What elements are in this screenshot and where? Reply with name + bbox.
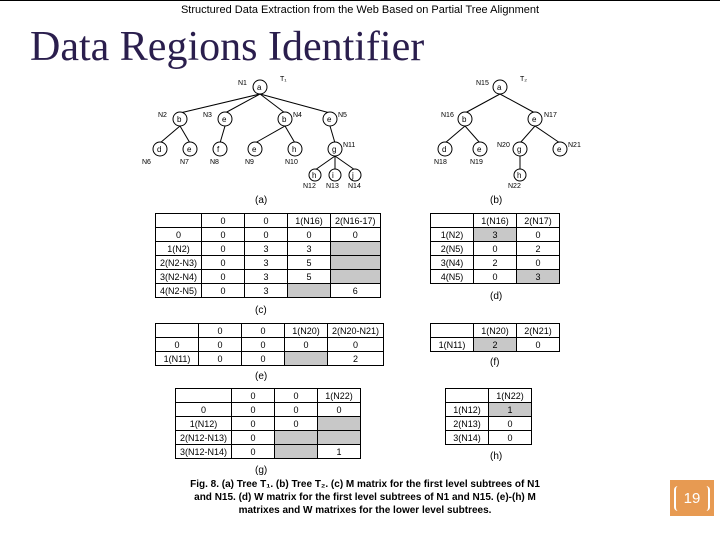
svg-text:N4: N4 xyxy=(293,112,302,119)
svg-text:N12: N12 xyxy=(303,183,316,190)
svg-text:g: g xyxy=(332,145,336,154)
svg-text:e: e xyxy=(327,115,332,124)
svg-text:d: d xyxy=(157,145,161,154)
svg-text:N15: N15 xyxy=(476,80,489,87)
svg-text:e: e xyxy=(557,145,562,154)
tree-t2: T₂ aN15 bN16 eN17 dN18 eN19 gN20 eN21 hN… xyxy=(420,73,600,183)
svg-text:b: b xyxy=(177,115,182,124)
page-number-badge: 19 xyxy=(670,480,714,516)
svg-text:a: a xyxy=(257,83,262,92)
svg-text:N7: N7 xyxy=(180,159,189,166)
svg-text:N18: N18 xyxy=(434,159,447,166)
svg-text:N19: N19 xyxy=(470,159,483,166)
svg-text:b: b xyxy=(462,115,467,124)
table-e: 001(N20)2(N20-N21) 00000 1(N11)002 xyxy=(155,323,384,366)
label-c: (c) xyxy=(255,305,267,316)
svg-text:T₂: T₂ xyxy=(520,76,527,83)
svg-text:N5: N5 xyxy=(338,112,347,119)
label-g: (g) xyxy=(255,465,267,476)
svg-text:e: e xyxy=(477,145,482,154)
svg-text:T₁: T₁ xyxy=(280,76,287,83)
svg-text:h: h xyxy=(312,171,316,180)
label-f: (f) xyxy=(490,357,499,368)
svg-text:N2: N2 xyxy=(158,112,167,119)
svg-text:N8: N8 xyxy=(210,159,219,166)
figure-caption: Fig. 8. (a) Tree T₁. (b) Tree T₂. (c) M … xyxy=(185,478,545,517)
svg-text:a: a xyxy=(497,83,502,92)
svg-text:b: b xyxy=(282,115,287,124)
svg-text:N16: N16 xyxy=(441,112,454,119)
svg-text:d: d xyxy=(442,145,446,154)
label-d: (d) xyxy=(490,291,502,302)
svg-text:N14: N14 xyxy=(348,183,361,190)
table-g: 001(N22) 0000 1(N12)00 2(N12-N13)0 3(N12… xyxy=(175,388,361,459)
table-c: 001(N16)2(N16-17) 00000 1(N2)033 2(N2-N3… xyxy=(155,213,381,298)
svg-text:h: h xyxy=(517,171,521,180)
svg-text:i: i xyxy=(332,171,334,180)
svg-text:N1: N1 xyxy=(238,80,247,87)
svg-text:N3: N3 xyxy=(203,112,212,119)
svg-text:N20: N20 xyxy=(497,142,510,149)
svg-text:N10: N10 xyxy=(285,159,298,166)
svg-text:g: g xyxy=(517,145,521,154)
svg-text:N9: N9 xyxy=(245,159,254,166)
table-h: 1(N22) 1(N12)1 2(N13)0 3(N14)0 xyxy=(445,388,532,445)
page-title: Data Regions Identifier xyxy=(0,19,720,73)
svg-text:N13: N13 xyxy=(326,183,339,190)
page-number: 19 xyxy=(674,486,711,511)
label-a: (a) xyxy=(255,195,267,206)
svg-text:N6: N6 xyxy=(142,159,151,166)
svg-text:N22: N22 xyxy=(508,183,521,190)
svg-text:e: e xyxy=(252,145,257,154)
tree-t1: T₁ aN1 bN2 eN3 bN4 eN5 dN6 eN7 fN8 eN9 h… xyxy=(140,73,390,183)
svg-text:e: e xyxy=(222,115,227,124)
svg-text:N17: N17 xyxy=(544,112,557,119)
svg-text:h: h xyxy=(292,145,296,154)
svg-text:N21: N21 xyxy=(568,142,581,149)
svg-text:N11: N11 xyxy=(343,142,355,149)
svg-text:e: e xyxy=(187,145,192,154)
figure-content: T₁ aN1 bN2 eN3 bN4 eN5 dN6 eN7 fN8 eN9 h… xyxy=(0,73,720,503)
label-h: (h) xyxy=(490,451,502,462)
label-b: (b) xyxy=(490,195,502,206)
label-e: (e) xyxy=(255,371,267,382)
table-f: 1(N20)2(N21) 1(N11)20 xyxy=(430,323,560,352)
svg-text:j: j xyxy=(351,171,354,180)
header-subtitle: Structured Data Extraction from the Web … xyxy=(0,0,720,19)
table-d: 1(N16)2(N17) 1(N2)30 2(N5)02 3(N4)20 4(N… xyxy=(430,213,560,284)
svg-text:e: e xyxy=(532,115,537,124)
